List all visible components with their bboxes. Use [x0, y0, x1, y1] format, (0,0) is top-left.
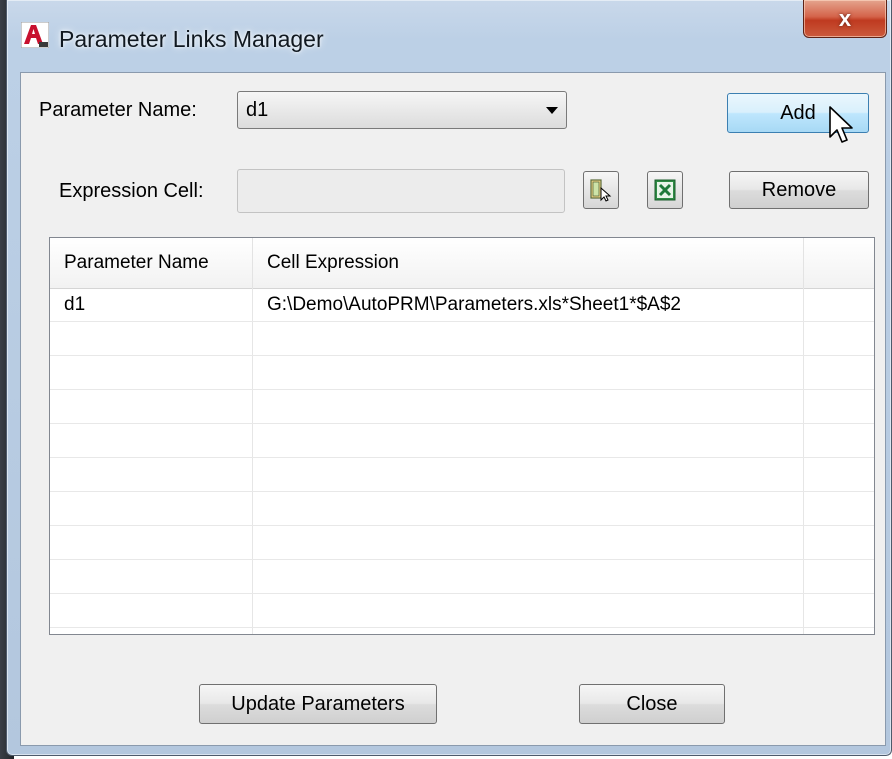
expression-cell-label: Expression Cell:: [59, 180, 204, 202]
expression-cell-field[interactable]: [237, 169, 565, 213]
column-header-filler: [804, 238, 874, 288]
cell-expression: G:\Demo\AutoPRM\Parameters.xls*Sheet1*$A…: [267, 294, 681, 315]
parameter-links-table: Parameter Name Cell Expression d1 G:\Dem…: [49, 237, 875, 635]
close-button[interactable]: Close: [579, 684, 725, 724]
table-row-empty: [50, 322, 874, 356]
parameter-name-label: Parameter Name:: [39, 99, 197, 121]
select-cell-icon: [590, 179, 612, 202]
title-bar[interactable]: Parameter Links Manager x: [7, 0, 891, 70]
update-parameters-button[interactable]: Update Parameters: [199, 684, 437, 724]
column-header-parameter-name[interactable]: Parameter Name: [50, 238, 253, 288]
cell-parameter-name: d1: [64, 294, 86, 315]
parameter-name-value: d1: [246, 99, 269, 121]
table-header: Parameter Name Cell Expression: [50, 238, 874, 289]
chevron-down-icon: [546, 107, 558, 114]
table-row-empty: [50, 356, 874, 390]
column-header-cell-expression[interactable]: Cell Expression: [253, 238, 804, 288]
autocad-icon: [21, 22, 49, 48]
mouse-cursor-icon: [829, 106, 853, 143]
table-row-empty: [50, 458, 874, 492]
close-icon: x: [838, 5, 852, 31]
dialog-window: Parameter Links Manager x Parameter Name…: [6, 0, 892, 756]
excel-button[interactable]: [647, 171, 683, 209]
table-row-empty: [50, 594, 874, 628]
window-title: Parameter Links Manager: [59, 26, 324, 52]
table-row[interactable]: d1 G:\Demo\AutoPRM\Parameters.xls*Sheet1…: [50, 288, 874, 322]
remove-button[interactable]: Remove: [729, 171, 869, 209]
table-row-empty: [50, 492, 874, 526]
close-window-button[interactable]: x: [803, 0, 887, 38]
dialog-body: Parameter Name: d1 Expression Cell: Add …: [20, 72, 886, 746]
excel-icon: [654, 179, 676, 201]
table-row-empty: [50, 390, 874, 424]
table-row-empty: [50, 560, 874, 594]
pick-cell-button[interactable]: [583, 171, 619, 209]
table-row-empty: [50, 424, 874, 458]
table-row-empty: [50, 526, 874, 560]
parameter-name-dropdown[interactable]: d1: [237, 91, 567, 129]
